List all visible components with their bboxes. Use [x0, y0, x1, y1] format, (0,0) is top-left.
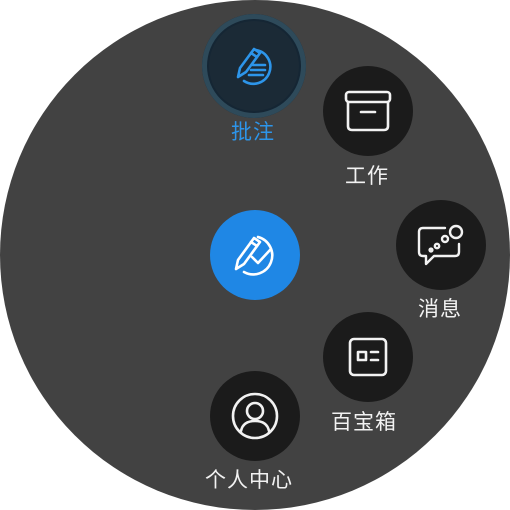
profile-button[interactable]	[210, 371, 300, 461]
center-action-button[interactable]	[210, 210, 300, 300]
toolbox-button[interactable]	[323, 312, 413, 402]
messages-button[interactable]	[396, 200, 486, 290]
work-label: 工作	[345, 164, 389, 188]
user-profile-icon	[231, 392, 279, 440]
chat-bubble-icon	[417, 224, 464, 266]
profile-label: 个人中心	[205, 468, 293, 492]
pen-note-icon	[236, 47, 272, 86]
archive-box-icon	[344, 90, 392, 132]
messages-label: 消息	[418, 297, 462, 321]
annotate-button[interactable]	[202, 14, 306, 118]
watch-screen: 批注 工作 消息 百宝箱 个人中心	[0, 0, 510, 510]
work-button[interactable]	[323, 66, 413, 156]
toolbox-window-icon	[348, 337, 388, 377]
pen-check-icon	[234, 235, 274, 276]
annotate-button-inner	[209, 21, 299, 111]
toolbox-label: 百宝箱	[331, 410, 397, 434]
annotate-label: 批注	[231, 120, 275, 144]
